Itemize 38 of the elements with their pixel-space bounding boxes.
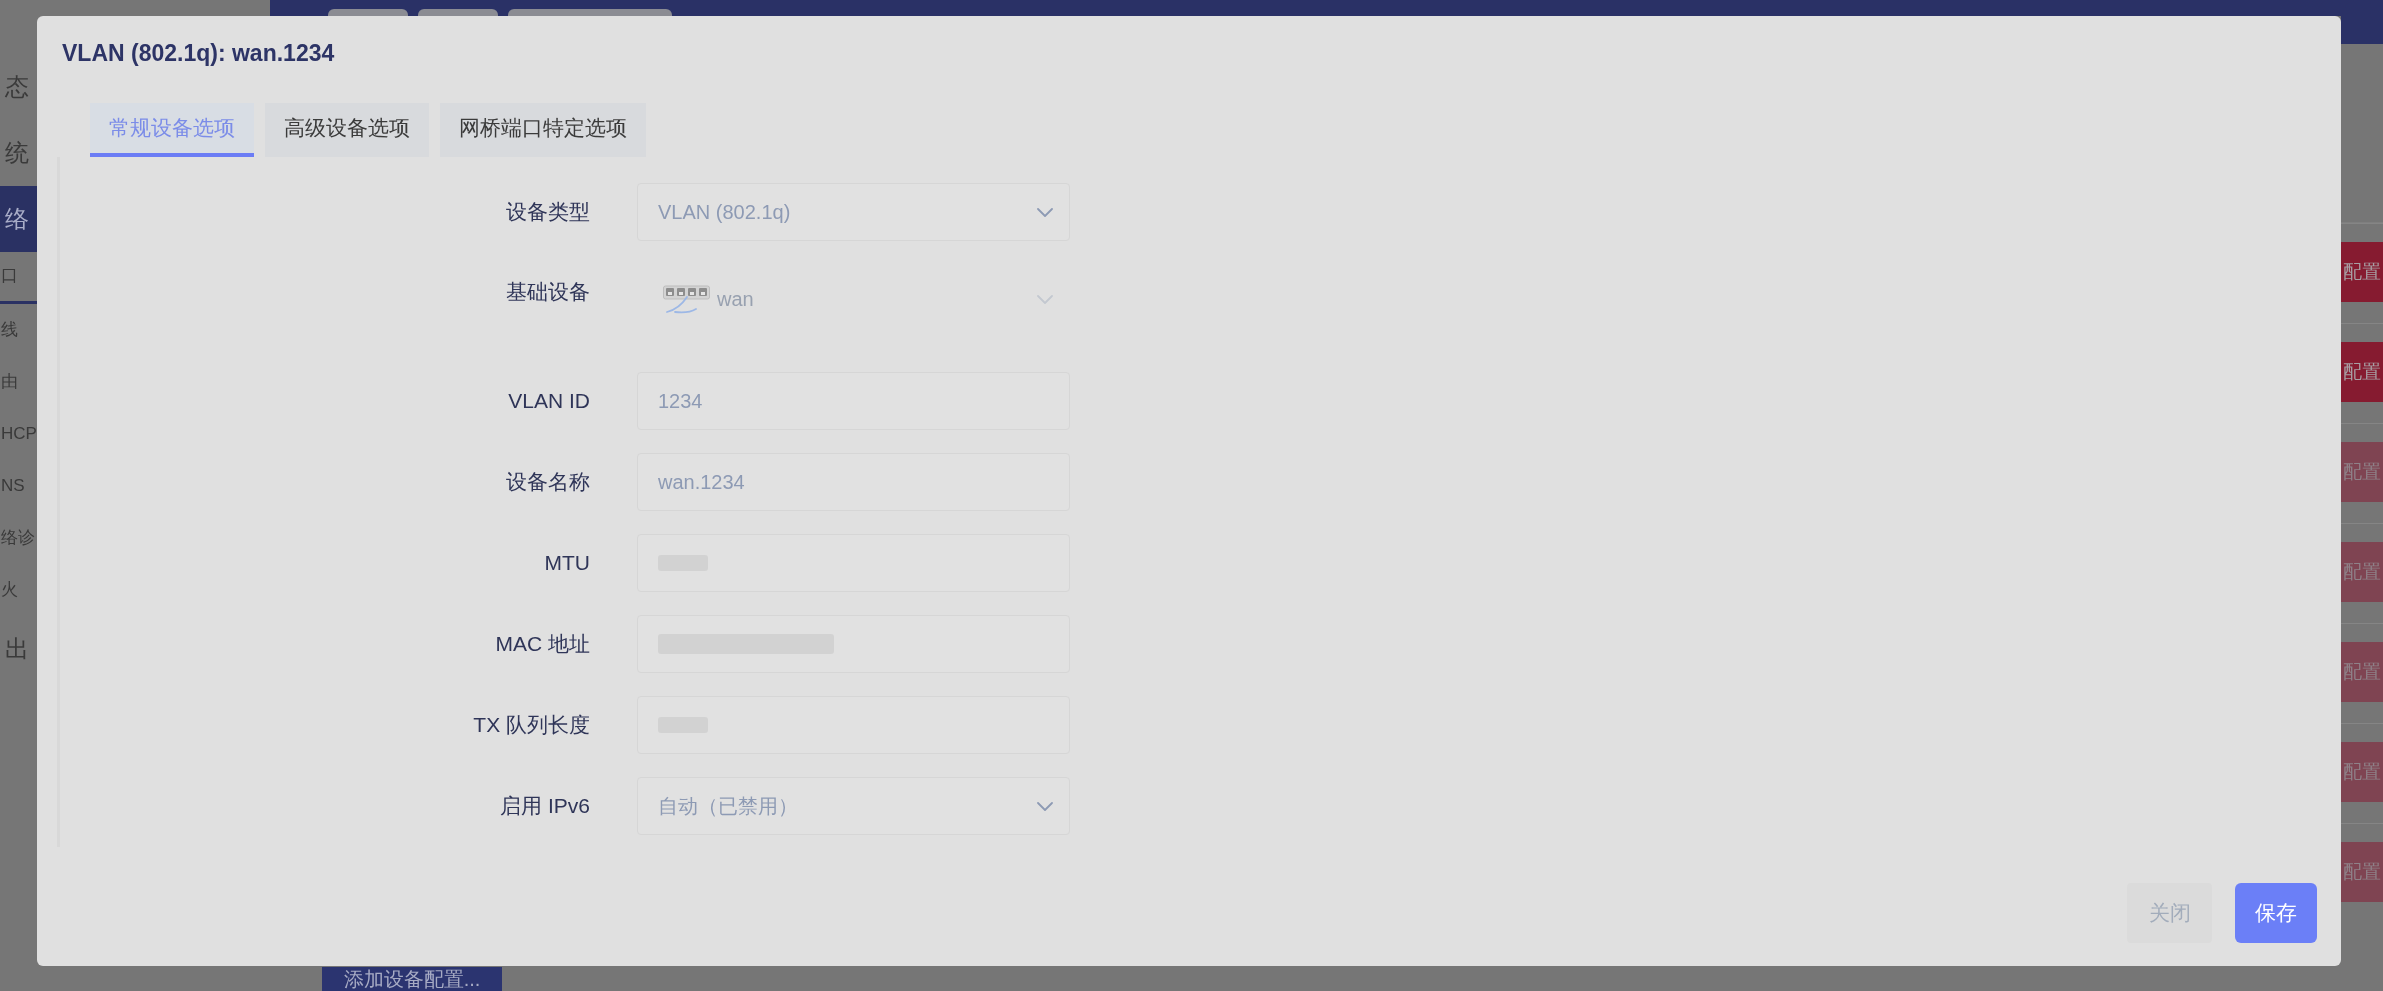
tab[interactable]: 高级设备选项 bbox=[265, 103, 429, 157]
field-label: 基础设备 bbox=[506, 279, 590, 305]
select-field[interactable]: VLAN (802.1q) bbox=[637, 183, 1070, 241]
field-label: MTU bbox=[544, 550, 590, 576]
input-field[interactable]: 1234 bbox=[637, 372, 1070, 430]
nav-item[interactable]: 络诊 bbox=[1, 527, 35, 549]
field-label: VLAN ID bbox=[508, 388, 590, 414]
nav-item[interactable]: NS bbox=[1, 475, 25, 497]
field-label: 设备类型 bbox=[506, 199, 590, 225]
chevron-down-icon bbox=[1037, 294, 1053, 304]
tab-button[interactable] bbox=[508, 9, 672, 16]
field-label: MAC 地址 bbox=[495, 631, 590, 657]
nav-item[interactable]: 出 bbox=[5, 634, 29, 664]
tab-button[interactable] bbox=[328, 9, 408, 16]
nav-item[interactable]: 络 bbox=[0, 186, 37, 252]
tab[interactable]: 常规设备选项 bbox=[90, 103, 254, 157]
field-label: 启用 IPv6 bbox=[500, 793, 590, 819]
tab[interactable]: 网桥端口特定选项 bbox=[440, 103, 646, 157]
primary-button[interactable]: 保存 bbox=[2235, 883, 2317, 943]
row-action-button[interactable]: 配置 bbox=[2341, 342, 2383, 402]
tab-button[interactable] bbox=[418, 9, 498, 16]
field-label: 设备名称 bbox=[506, 469, 590, 495]
secondary-button[interactable]: 关闭 bbox=[2127, 883, 2212, 943]
add-device-button[interactable]: 添加设备配置... bbox=[322, 967, 502, 991]
chevron-down-icon bbox=[1037, 801, 1053, 811]
row-action-button[interactable]: 配置 bbox=[2341, 242, 2383, 302]
select-field[interactable]: 自动（已禁用） bbox=[637, 777, 1070, 835]
nav-item[interactable]: 线 bbox=[1, 319, 18, 341]
nav-item[interactable]: 统 bbox=[5, 138, 29, 168]
chevron-down-icon bbox=[1037, 207, 1053, 217]
field-label: TX 队列长度 bbox=[473, 712, 590, 738]
dialog-title: VLAN (802.1q): wan.1234 bbox=[62, 39, 335, 67]
nav-item[interactable]: 态 bbox=[5, 72, 29, 102]
nav-item[interactable]: 火 bbox=[1, 579, 18, 601]
network-ports-icon bbox=[663, 284, 710, 314]
nav-item[interactable]: HCP bbox=[1, 423, 37, 445]
nav-item[interactable]: 由 bbox=[1, 371, 18, 393]
input-field[interactable]: wan.1234 bbox=[637, 453, 1070, 511]
